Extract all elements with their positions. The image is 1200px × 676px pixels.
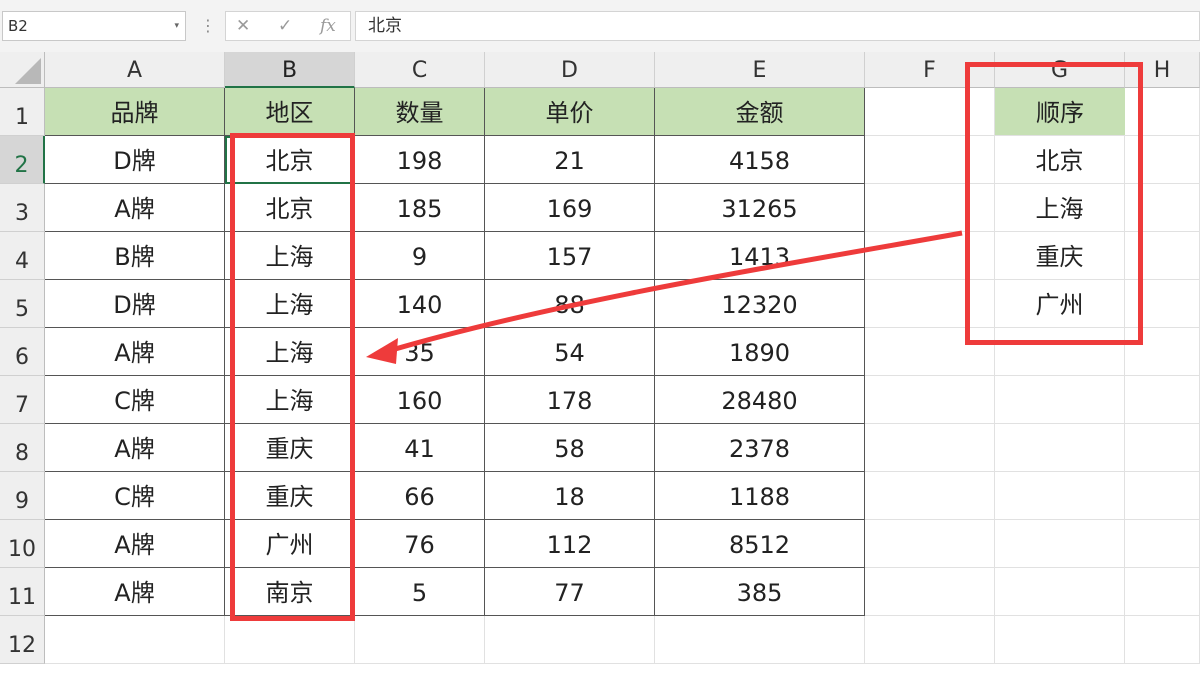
annotation-arrow [366,230,963,364]
arrow-line [384,230,963,355]
arrow-head [366,338,398,364]
